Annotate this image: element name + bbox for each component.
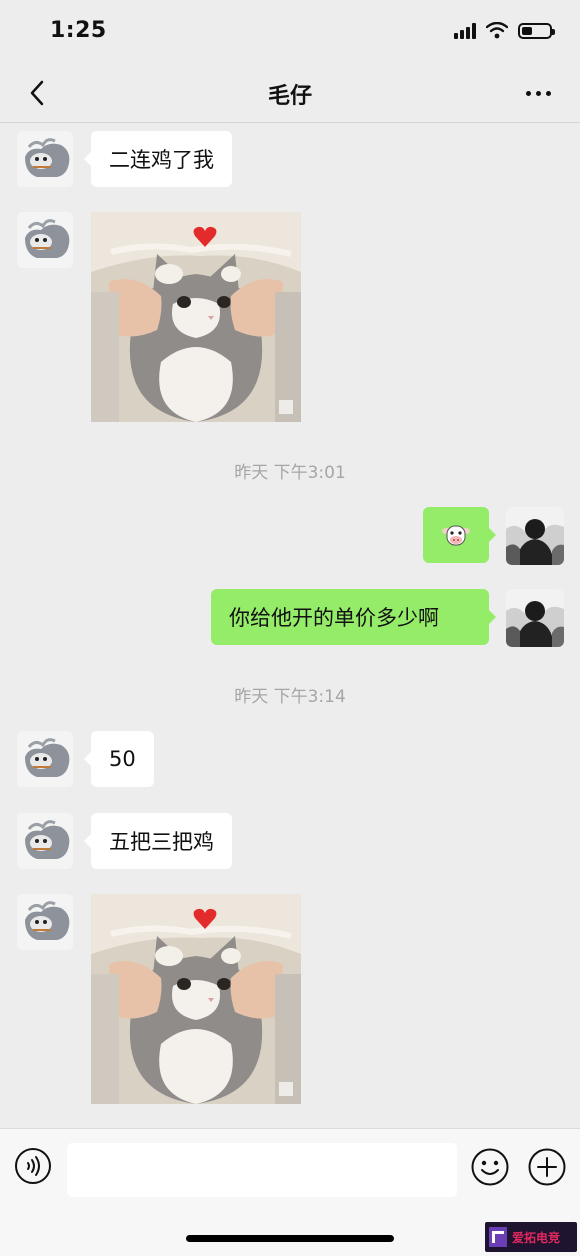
more-functions-button[interactable] (527, 1147, 567, 1187)
status-bar: 1:25 (0, 0, 580, 64)
contact-avatar[interactable] (17, 813, 73, 869)
heart-icon (193, 908, 217, 929)
voice-icon (15, 1148, 51, 1184)
chat-title: 毛仔 (267, 84, 312, 109)
cellular-signal-icon (454, 22, 476, 39)
voice-button[interactable] (14, 1147, 52, 1185)
received-cat-image[interactable] (91, 894, 301, 1104)
sent-message[interactable]: 你给他开的单价多少啊 (211, 589, 496, 645)
message-text: 二连鸡了我 (109, 148, 214, 172)
message-text: 五把三把鸡 (109, 830, 214, 854)
contact-avatar[interactable] (17, 212, 73, 268)
emoji-icon (471, 1148, 509, 1186)
timestamp: 昨天 下午3:01 (234, 463, 346, 483)
received-message[interactable]: 五把三把鸡 (84, 813, 232, 869)
emoji-button[interactable] (470, 1147, 510, 1187)
svg-text:爱拓电竞: 爱拓电竞 (512, 1230, 560, 1245)
more-button[interactable] (518, 76, 558, 110)
message-input[interactable] (67, 1143, 457, 1197)
more-dots-icon (525, 90, 551, 96)
sent-message[interactable] (423, 507, 496, 563)
battery-icon (518, 22, 555, 39)
message-text: 你给他开的单价多少啊 (229, 606, 439, 630)
watermark-logo: 爱拓电竞 (485, 1222, 577, 1252)
plus-icon (528, 1148, 566, 1186)
status-icons (454, 22, 555, 39)
home-indicator (186, 1235, 394, 1242)
timestamp: 昨天 下午3:14 (234, 687, 346, 707)
user-avatar[interactable] (506, 507, 564, 565)
cow-face-emoji-icon (442, 525, 470, 546)
received-cat-image[interactable] (91, 212, 301, 422)
heart-icon (193, 226, 217, 247)
received-message[interactable]: 50 (84, 731, 154, 787)
chat-header: 毛仔 (0, 64, 580, 123)
message-text: 50 (109, 747, 136, 771)
wifi-icon (486, 22, 508, 39)
contact-avatar[interactable] (17, 131, 73, 187)
user-avatar[interactable] (506, 589, 564, 647)
received-message[interactable]: 二连鸡了我 (84, 131, 232, 187)
contact-avatar[interactable] (17, 731, 73, 787)
status-time: 1:25 (50, 18, 107, 43)
contact-avatar[interactable] (17, 894, 73, 950)
